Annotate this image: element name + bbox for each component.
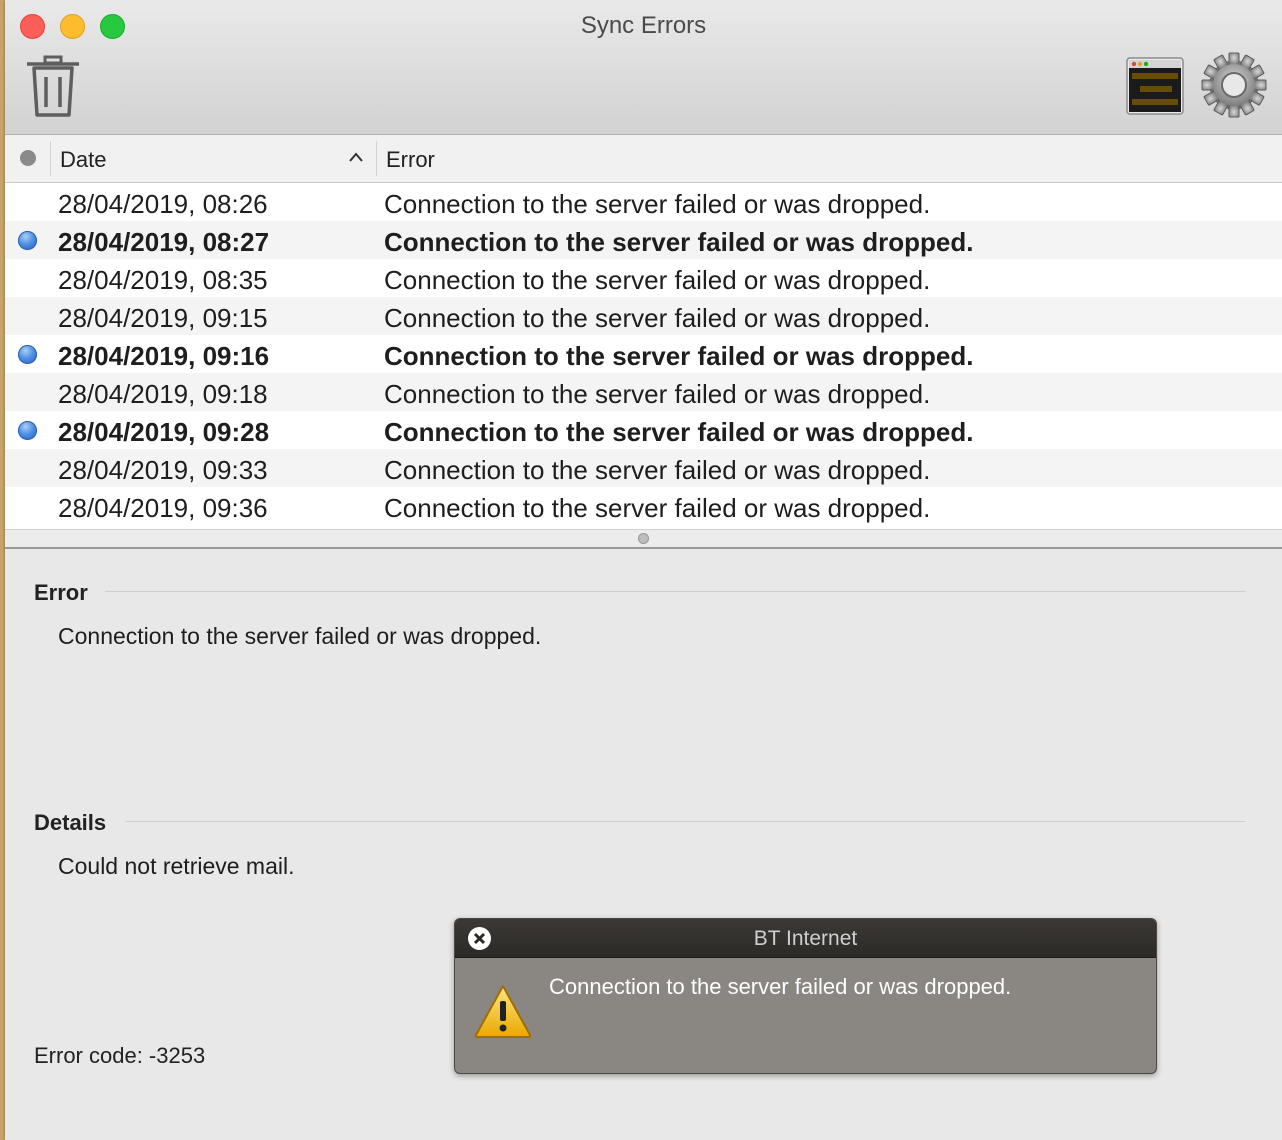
notification-message: Connection to the server failed or was d… — [549, 974, 1012, 999]
window-title: Sync Errors — [580, 12, 707, 39]
sync-errors-window: Sync Errors Date Error 28/04/2019, 08:26… — [5, 0, 1282, 1140]
date-cell: 28/04/2019, 09:18 — [58, 379, 268, 409]
table-row[interactable]: 28/04/2019, 08:26 Connection to the serve… — [5, 183, 1282, 221]
error-cell: Connection to the server failed or was d… — [384, 189, 931, 219]
date-cell: 28/04/2019, 08:27 — [58, 227, 270, 257]
date-cell: 28/04/2019, 08:26 — [58, 189, 268, 219]
divider-handle[interactable] — [638, 533, 649, 544]
delete-button[interactable] — [23, 55, 83, 119]
unread-dot-icon — [18, 231, 37, 250]
console-button[interactable] — [1126, 57, 1184, 115]
unread-dot-icon — [18, 345, 37, 364]
table-row[interactable]: 28/04/2019, 08:35 Connection to the serve… — [5, 259, 1282, 297]
console-icon — [1126, 57, 1184, 115]
gear-icon — [1201, 52, 1267, 118]
details-description: Could not retrieve mail. — [58, 853, 295, 879]
table-row[interactable]: 28/04/2019, 09:36 Connection to the serve… — [5, 487, 1282, 525]
settings-button[interactable] — [1201, 52, 1267, 118]
status-column-header-icon[interactable] — [20, 150, 36, 166]
column-divider[interactable] — [50, 141, 51, 176]
unread-dot-icon — [18, 421, 37, 440]
title-bar: Sync Errors — [5, 0, 1282, 135]
section-divider — [105, 591, 1245, 592]
date-cell: 28/04/2019, 09:15 — [58, 303, 268, 333]
warning-icon — [474, 985, 532, 1038]
error-cell: Connection to the server failed or was d… — [384, 303, 931, 333]
notification-header: BT Internet — [455, 919, 1156, 958]
date-cell: 28/04/2019, 08:35 — [58, 265, 268, 295]
date-column-header[interactable]: Date — [60, 147, 106, 173]
error-code: Error code: -3253 — [34, 1043, 206, 1068]
section-divider — [125, 821, 1245, 822]
table-row[interactable]: 28/04/2019, 09:18 Connection to the serve… — [5, 373, 1282, 411]
table-row[interactable]: 28/04/2019, 09:16 Connection to the serve… — [5, 335, 1282, 373]
date-cell: 28/04/2019, 09:28 — [58, 417, 270, 447]
table-row[interactable]: 28/04/2019, 08:27 Connection to the serve… — [5, 221, 1282, 259]
error-cell: Connection to the server failed or was d… — [384, 341, 974, 371]
split-view-divider[interactable] — [5, 529, 1282, 549]
date-cell: 28/04/2019, 09:36 — [58, 493, 268, 523]
error-description: Connection to the server failed or was d… — [58, 623, 542, 649]
error-cell: Connection to the server failed or was d… — [384, 379, 931, 409]
error-cell: Connection to the server failed or was d… — [384, 455, 931, 485]
trash-icon — [27, 55, 79, 117]
notification-panel: BT Internet Connection to the server fai… — [454, 918, 1157, 1074]
date-cell: 28/04/2019, 09:33 — [58, 455, 268, 485]
table-header: Date Error — [5, 135, 1282, 183]
error-cell: Connection to the server failed or was d… — [384, 493, 931, 523]
table-row[interactable]: 28/04/2019, 09:33 Connection to the serve… — [5, 449, 1282, 487]
error-cell: Connection to the server failed or was d… — [384, 265, 931, 295]
error-cell: Connection to the server failed or was d… — [384, 417, 974, 447]
column-divider[interactable] — [376, 141, 377, 176]
errors-table[interactable]: Date Error 28/04/2019, 08:26 Connection t… — [5, 135, 1282, 529]
date-cell: 28/04/2019, 09:16 — [58, 341, 270, 371]
table-row[interactable]: 28/04/2019, 09:28 Connection to the serve… — [5, 411, 1282, 449]
error-section-heading: Error — [34, 580, 88, 605]
error-cell: Connection to the server failed or was d… — [384, 227, 974, 257]
sort-ascending-icon[interactable] — [348, 149, 364, 165]
error-column-header[interactable]: Error — [386, 147, 435, 173]
notification-title: BT Internet — [753, 927, 858, 950]
table-body: 28/04/2019, 08:26 Connection to the serve… — [5, 183, 1282, 525]
table-row[interactable]: 28/04/2019, 09:15 Connection to the serve… — [5, 297, 1282, 335]
details-section-heading: Details — [34, 810, 107, 835]
